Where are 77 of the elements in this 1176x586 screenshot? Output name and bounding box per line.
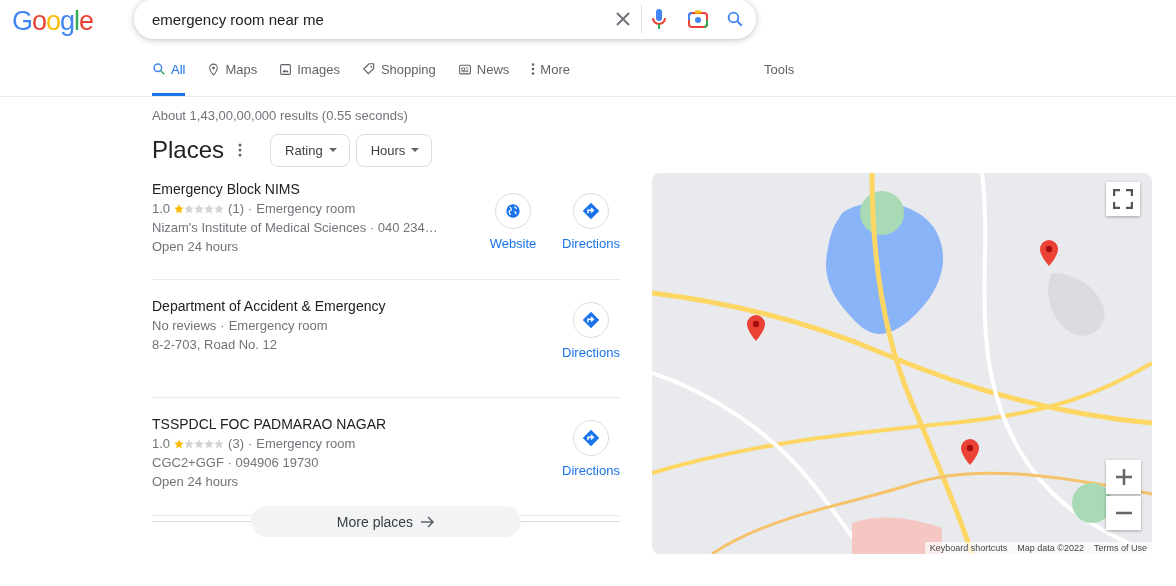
star-icon <box>214 438 225 449</box>
directions-button[interactable]: Directions <box>562 193 620 279</box>
google-logo[interactable]: Google <box>12 5 94 37</box>
location-pin-icon <box>207 61 221 77</box>
separator-dot: · <box>247 436 253 451</box>
result-stats: About 1,43,00,00,000 results (0.55 seconds) <box>151 107 409 123</box>
star-icon <box>204 438 215 449</box>
map-footer-link[interactable]: Map data ©2022 <box>1017 543 1084 553</box>
fullscreen-button[interactable] <box>1106 182 1140 216</box>
map-footer-link[interactable]: Keyboard shortcuts <box>929 543 1008 553</box>
map-marker-icon[interactable] <box>961 439 979 465</box>
tools-link[interactable]: Tools <box>764 61 795 77</box>
directions-button[interactable]: Directions <box>562 420 620 515</box>
place-category: Emergency room <box>228 318 328 333</box>
star-icon <box>174 203 185 214</box>
directions-button[interactable]: Directions <box>562 302 620 397</box>
caret-icon <box>328 148 337 152</box>
fullscreen-icon <box>1113 189 1133 209</box>
directions-icon <box>582 429 600 447</box>
more-vertical-icon <box>531 63 536 75</box>
star-icon <box>174 438 185 449</box>
star-icon <box>194 203 205 214</box>
more-vertical-icon[interactable] <box>238 143 243 157</box>
places-heading: Places <box>152 136 225 164</box>
separator-dot: · <box>247 201 253 216</box>
place-name[interactable]: TSSPDCL FOC PADMARAO NAGAR <box>152 416 562 432</box>
rating-value: 1.0 <box>152 201 171 216</box>
star-icon <box>184 438 195 449</box>
star-icon <box>194 438 205 449</box>
search-tab[interactable]: Shopping <box>361 42 436 96</box>
search-icon[interactable] <box>726 10 744 28</box>
search-field[interactable]: emergency room near me <box>134 0 756 39</box>
map-marker-icon[interactable] <box>1040 240 1058 266</box>
zoom-out-button[interactable] <box>1106 496 1141 530</box>
star-icon <box>204 203 215 214</box>
map-footer-link[interactable]: Terms of Use <box>1094 543 1147 553</box>
place-category: Emergency room <box>256 201 356 216</box>
map-marker-icon[interactable] <box>747 315 765 341</box>
microphone-icon[interactable] <box>652 8 666 30</box>
search-tab[interactable]: News <box>457 42 510 96</box>
place-detail: CGC2+GGF · 094906 19730 <box>152 455 319 470</box>
star-icon <box>214 203 225 214</box>
filter-dropdown[interactable]: Hours <box>355 133 433 167</box>
review-count: (3) <box>228 436 244 451</box>
newspaper-icon <box>457 62 472 76</box>
place-detail: Open 24 hours <box>152 474 238 489</box>
minus-icon <box>1115 511 1132 515</box>
star-icon <box>184 203 195 214</box>
search-tab[interactable]: More <box>531 42 570 96</box>
rating-text: No reviews <box>152 318 217 333</box>
place-detail: 8-2-703, Road No. 12 <box>152 337 278 352</box>
website-button[interactable]: Website <box>484 193 542 279</box>
place-name[interactable]: Emergency Block NIMS <box>152 181 484 197</box>
globe-icon <box>505 203 521 219</box>
search-tab[interactable]: Images <box>279 42 340 96</box>
camera-icon[interactable] <box>688 10 708 28</box>
place-detail: Open 24 hours <box>152 239 238 254</box>
zoom-in-button[interactable] <box>1106 460 1141 494</box>
place-detail: Nizam's Institute of Medical Sciences · 040 234… <box>152 220 438 235</box>
close-icon[interactable] <box>615 11 631 27</box>
more-places-button[interactable]: More places <box>251 506 521 537</box>
filter-dropdown[interactable]: Rating <box>270 133 350 167</box>
directions-icon <box>582 202 600 220</box>
rating-value: 1.0 <box>152 436 171 451</box>
caret-icon <box>411 148 420 152</box>
directions-icon <box>582 311 600 329</box>
arrow-right-icon <box>421 515 436 528</box>
review-count: (1) <box>228 201 244 216</box>
tag-icon <box>361 62 376 76</box>
place-name[interactable]: Department of Accident & Emergency <box>152 298 562 314</box>
search-tab[interactable]: All <box>152 42 186 96</box>
plus-icon <box>1115 469 1132 485</box>
separator-dot: · <box>220 318 225 333</box>
place-category: Emergency room <box>256 436 356 451</box>
search-icon <box>152 62 166 76</box>
search-tab[interactable]: Maps <box>207 42 258 96</box>
image-icon <box>279 62 293 76</box>
